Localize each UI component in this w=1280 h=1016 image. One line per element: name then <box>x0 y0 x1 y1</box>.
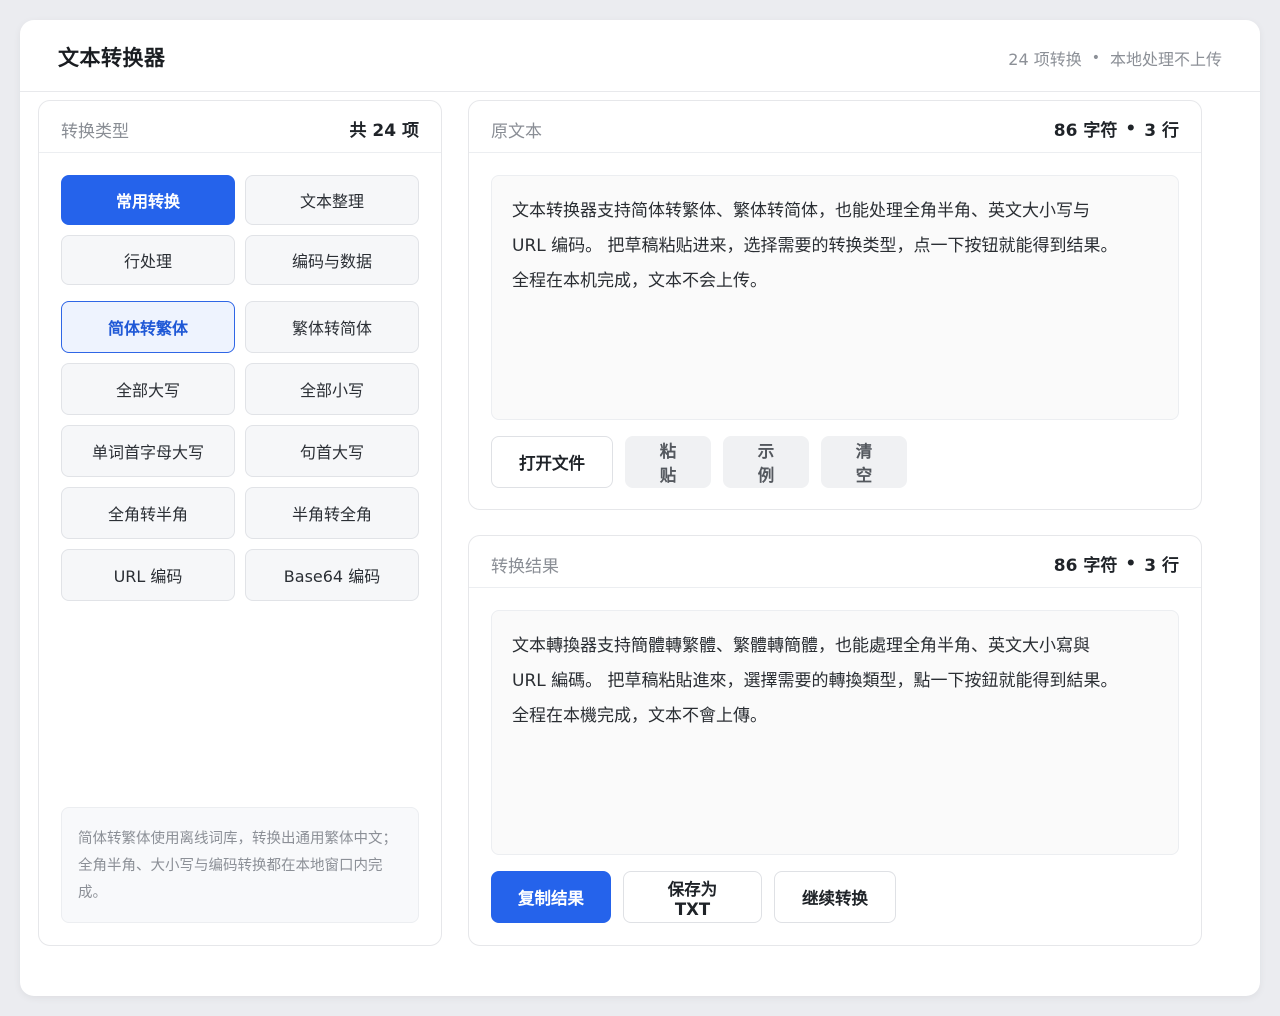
conversion-title-case[interactable]: 单词首字母大写 <box>61 425 235 477</box>
clear-button[interactable]: 清空 <box>821 436 907 488</box>
panel-title: 原文本 <box>491 122 542 142</box>
result-stats: 86 字符 • 3 行 <box>1053 551 1179 577</box>
category-encoding-data[interactable]: 编码与数据 <box>245 235 419 285</box>
conversion-half-to-full[interactable]: 半角转全角 <box>245 487 419 539</box>
conversion-types-panel: 转换类型 共 24 项 常用转换 文本整理 行处理 编码与数据 简体转繁体 繁体… <box>38 100 442 946</box>
conversion-url-encode[interactable]: URL 编码 <box>61 549 235 601</box>
source-actions: 打开文件 粘贴 示例 清空 <box>491 436 907 488</box>
panel-title: 转换类型 <box>61 122 129 142</box>
types-count: 共 24 项 <box>349 121 420 141</box>
panel-header: 转换类型 共 24 项 <box>39 101 441 153</box>
conversion-s2t[interactable]: 简体转繁体 <box>61 301 235 353</box>
source-panel: 原文本 86 字符 • 3 行 文本转换器支持简体转繁体、繁体转简体，也能处理全… <box>468 100 1202 510</box>
panel-header: 原文本 86 字符 • 3 行 <box>469 101 1201 153</box>
conversion-base64-encode[interactable]: Base64 编码 <box>245 549 419 601</box>
source-textarea[interactable]: 文本转换器支持简体转繁体、繁体转简体，也能处理全角半角、英文大小写与 URL 编… <box>491 175 1179 420</box>
stats-separator: • <box>1125 553 1137 574</box>
save-txt-button[interactable]: 保存为 TXT <box>623 871 762 923</box>
privacy-note: 本地处理不上传 <box>1109 50 1222 69</box>
example-button[interactable]: 示例 <box>723 436 809 488</box>
app-meta: 24 项转换 • 本地处理不上传 <box>1008 46 1222 70</box>
panel-title: 转换结果 <box>491 557 559 577</box>
continue-convert-button[interactable]: 继续转换 <box>774 871 896 923</box>
paste-button[interactable]: 粘贴 <box>625 436 711 488</box>
stats-separator: • <box>1125 118 1137 139</box>
conversion-lowercase[interactable]: 全部小写 <box>245 363 419 415</box>
result-actions: 复制结果 保存为 TXT 继续转换 <box>491 871 896 923</box>
result-panel: 转换结果 86 字符 • 3 行 文本轉換器支持簡體轉繁體、繁體轉簡體，也能處理… <box>468 535 1202 946</box>
line-count: 3 行 <box>1144 121 1179 141</box>
conversion-count: 24 项转换 <box>1008 50 1082 69</box>
panel-header: 转换结果 86 字符 • 3 行 <box>469 536 1201 588</box>
conversion-full-to-half[interactable]: 全角转半角 <box>61 487 235 539</box>
open-file-button[interactable]: 打开文件 <box>491 436 613 488</box>
conversion-t2s[interactable]: 繁体转简体 <box>245 301 419 353</box>
conversion-note: 简体转繁体使用离线词库，转换出通用繁体中文；全角半角、大小写与编码转换都在本地窗… <box>61 807 419 923</box>
line-count: 3 行 <box>1144 556 1179 576</box>
category-text-cleanup[interactable]: 文本整理 <box>245 175 419 225</box>
char-count: 86 字符 <box>1053 556 1118 576</box>
meta-separator: • <box>1091 50 1100 66</box>
category-common[interactable]: 常用转换 <box>61 175 235 225</box>
app-title: 文本转换器 <box>58 46 166 70</box>
conversion-sentence-case[interactable]: 句首大写 <box>245 425 419 477</box>
conversion-uppercase[interactable]: 全部大写 <box>61 363 235 415</box>
category-line-processing[interactable]: 行处理 <box>61 235 235 285</box>
app-header: 文本转换器 24 项转换 • 本地处理不上传 <box>20 20 1260 92</box>
result-textarea[interactable]: 文本轉換器支持簡體轉繁體、繁體轉簡體，也能處理全角半角、英文大小寫與 URL 編… <box>491 610 1179 855</box>
copy-result-button[interactable]: 复制结果 <box>491 871 611 923</box>
char-count: 86 字符 <box>1053 121 1118 141</box>
source-stats: 86 字符 • 3 行 <box>1053 116 1179 142</box>
